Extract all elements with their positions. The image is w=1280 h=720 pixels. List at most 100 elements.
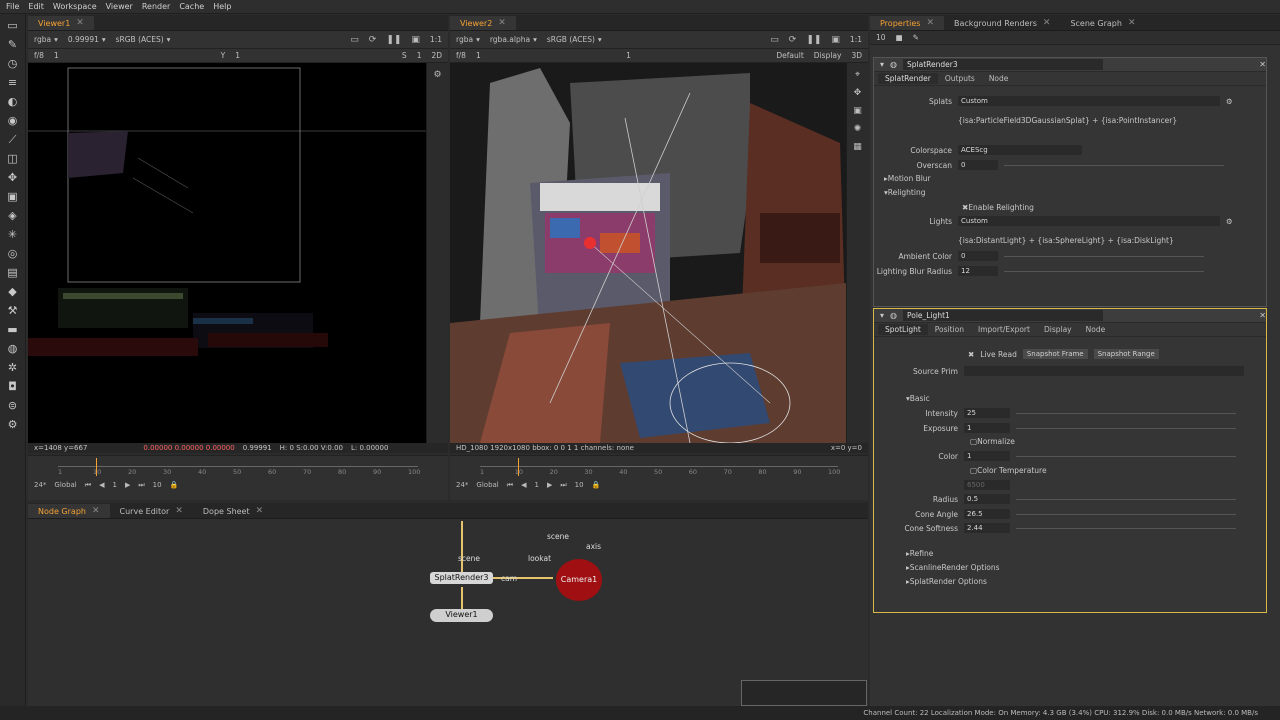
- step-back-icon[interactable]: ◀: [521, 481, 526, 489]
- overscan-field[interactable]: 0: [958, 160, 998, 170]
- channel-dropdown[interactable]: rgba ▾: [34, 35, 58, 44]
- close-icon[interactable]: ✕: [76, 18, 84, 28]
- tab-scene-graph[interactable]: Scene Graph ✕: [1060, 16, 1145, 30]
- transform-icon[interactable]: ✥: [6, 171, 20, 185]
- tab-display[interactable]: Display: [1037, 324, 1079, 335]
- lights-expression[interactable]: {isa:DistantLight} + {isa:SphereLight} +…: [958, 236, 1174, 245]
- splats-dropdown[interactable]: Custom: [958, 96, 1220, 106]
- zoom-value[interactable]: 1:1: [430, 35, 442, 44]
- particles-icon[interactable]: ✳: [6, 228, 20, 242]
- ocula-icon[interactable]: ◍: [6, 342, 20, 356]
- snapshot-frame-button[interactable]: Snapshot Frame: [1022, 349, 1088, 359]
- transform-icon[interactable]: ✥: [852, 87, 864, 99]
- fstop[interactable]: f/8: [456, 51, 466, 60]
- viewer1-timeline[interactable]: 1 10 20 30 40 50 60 70 80 90 100 24* Global ⏮ ◀ 1 …: [28, 455, 448, 500]
- cone-softness-field[interactable]: 2.44: [964, 523, 1010, 533]
- basic-group[interactable]: Basic: [910, 394, 930, 403]
- close-icon[interactable]: ✕: [498, 18, 506, 28]
- pencil-icon[interactable]: ✎: [913, 33, 919, 42]
- checkbox-icon[interactable]: ✖: [968, 350, 974, 359]
- source-prim-field[interactable]: [964, 366, 1244, 376]
- deep-icon[interactable]: ◎: [6, 247, 20, 261]
- roi-icon[interactable]: ▣: [411, 35, 420, 45]
- tab-node-graph[interactable]: Node Graph ✕: [28, 504, 110, 518]
- tab-curve-editor[interactable]: Curve Editor ✕: [110, 504, 193, 518]
- tab-dope-sheet[interactable]: Dope Sheet ✕: [193, 504, 273, 518]
- frame-field[interactable]: 1: [534, 481, 538, 489]
- play-icon[interactable]: ▶: [125, 481, 130, 489]
- gain-value[interactable]: 1: [476, 51, 481, 60]
- exposure-slider[interactable]: [1016, 427, 1236, 429]
- graph-navigator[interactable]: [741, 680, 867, 706]
- menu-workspace[interactable]: Workspace: [53, 2, 97, 11]
- menu-edit[interactable]: Edit: [28, 2, 44, 11]
- 3d-icon[interactable]: ▣: [6, 190, 20, 204]
- tab-node[interactable]: Node: [1079, 324, 1113, 335]
- node-viewer[interactable]: Viewer1: [430, 609, 493, 622]
- views-icon[interactable]: ◈: [6, 209, 20, 223]
- cube-icon[interactable]: ▣: [852, 105, 864, 117]
- viewer1-canvas[interactable]: [28, 63, 426, 446]
- s-value[interactable]: 1: [626, 51, 631, 60]
- relighting-group[interactable]: Relighting: [888, 188, 926, 197]
- ambient-field[interactable]: 0: [958, 251, 998, 261]
- region-icon[interactable]: ▭: [770, 35, 779, 45]
- snapshot-range-button[interactable]: Snapshot Range: [1093, 349, 1159, 359]
- merge-icon[interactable]: ◫: [6, 152, 20, 166]
- tab-viewer1[interactable]: Viewer1 ✕: [28, 16, 94, 30]
- close-icon[interactable]: ✕: [1128, 18, 1136, 28]
- cone-angle-slider[interactable]: [1016, 513, 1236, 515]
- timeline-ruler[interactable]: 1 10 20 30 40 50 60 70 80 90 100: [58, 456, 420, 478]
- collapse-icon[interactable]: ▾: [880, 311, 884, 320]
- exposure-field[interactable]: 1: [964, 423, 1010, 433]
- increment-field[interactable]: 10: [153, 481, 162, 489]
- tab-outputs[interactable]: Outputs: [938, 73, 982, 84]
- tab-background-renders[interactable]: Background Renders ✕: [944, 16, 1060, 30]
- frame-field[interactable]: 1: [112, 481, 116, 489]
- cone-angle-field[interactable]: 26.5: [964, 509, 1010, 519]
- lock-icon[interactable]: ■: [896, 33, 903, 42]
- channel-icon[interactable]: ≡: [6, 76, 20, 90]
- max-panels-field[interactable]: 10: [876, 33, 886, 42]
- blur-radius-slider[interactable]: [1004, 270, 1204, 272]
- metadata-icon[interactable]: ▤: [6, 266, 20, 280]
- color-icon[interactable]: ◐: [6, 95, 20, 109]
- refine-group[interactable]: Refine: [910, 549, 934, 558]
- node-name-field[interactable]: Pole_Light1: [903, 310, 1103, 321]
- camera-dropdown[interactable]: Default: [776, 51, 803, 60]
- checkbox-icon[interactable]: ▢: [970, 466, 977, 475]
- toolsets-icon[interactable]: ◆: [6, 285, 20, 299]
- pause-icon[interactable]: ❚❚: [386, 35, 401, 45]
- colorspace-dropdown[interactable]: sRGB (ACES) ▾: [547, 35, 602, 44]
- draw-icon[interactable]: ✎: [6, 38, 20, 52]
- menu-cache[interactable]: Cache: [179, 2, 204, 11]
- tab-splatrender[interactable]: SplatRender: [878, 73, 938, 84]
- other-icon[interactable]: ⚒: [6, 304, 20, 318]
- scope-dropdown[interactable]: Global: [54, 481, 76, 489]
- refresh-icon[interactable]: ⟳: [789, 35, 797, 45]
- roi-icon[interactable]: ▣: [831, 35, 840, 45]
- step-back-icon[interactable]: ◀: [99, 481, 104, 489]
- temperature-field[interactable]: 6500: [964, 480, 1010, 490]
- node-splatrender[interactable]: SplatRender3: [430, 572, 493, 584]
- tab-position[interactable]: Position: [928, 324, 971, 335]
- grid-icon[interactable]: ▦: [852, 141, 864, 153]
- scope-dropdown[interactable]: Global: [476, 481, 498, 489]
- fps-dropdown[interactable]: 24*: [34, 481, 46, 489]
- menu-render[interactable]: Render: [142, 2, 170, 11]
- close-icon[interactable]: ✕: [175, 506, 183, 516]
- keyer-icon[interactable]: ⟋: [6, 133, 20, 147]
- close-icon[interactable]: ✕: [926, 18, 934, 28]
- intensity-field[interactable]: 25: [964, 408, 1010, 418]
- checkbox-icon[interactable]: ▢: [970, 437, 977, 446]
- splats-expression[interactable]: {isa:ParticleField3DGaussianSplat} + {is…: [958, 116, 1177, 125]
- view-mode[interactable]: 2D: [431, 51, 442, 60]
- play-icon[interactable]: ▶: [547, 481, 552, 489]
- display-dropdown[interactable]: Display: [814, 51, 842, 60]
- blur-radius-field[interactable]: 12: [958, 266, 998, 276]
- settings-icon[interactable]: ⚙: [6, 418, 20, 432]
- script-icon[interactable]: ⊜: [6, 399, 20, 413]
- zoom-value[interactable]: 1:1: [850, 35, 862, 44]
- image-icon[interactable]: ▭: [6, 19, 20, 33]
- radius-field[interactable]: 0.5: [964, 494, 1010, 504]
